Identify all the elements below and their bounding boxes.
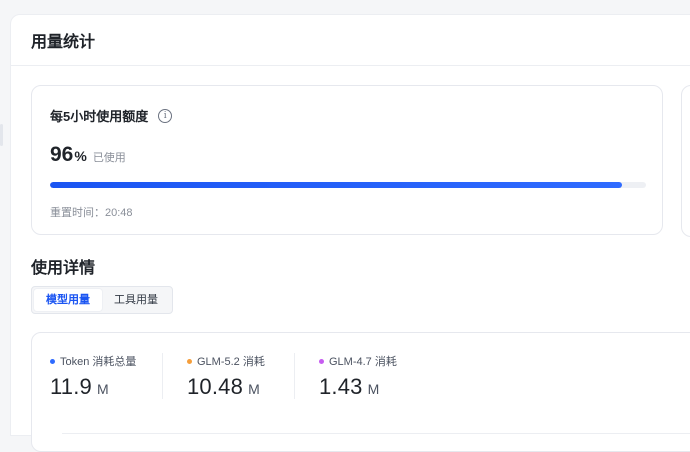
side-panel-handle[interactable] [0,124,3,146]
quota-card: 每5小时使用额度 i 96 % 已使用 重置时间：20:48 [31,85,663,235]
stat-value: 11.9 [50,374,92,399]
stat-token-total: Token 消耗总量 11.9 M [50,353,136,400]
quota-title: 每5小时使用额度 [50,109,149,124]
stat-label: GLM-4.7 消耗 [329,356,397,368]
quota-percent-sign: % [74,148,87,164]
stat-glm-5-2: GLM-5.2 消耗 10.48 M [187,353,265,400]
stats-card: Token 消耗总量 11.9 M GLM-5.2 消耗 10.48 M GLM… [31,332,690,452]
panel-header: 用量统计 [11,15,690,66]
stat-value: 10.48 [187,374,244,399]
quota-percent-value: 96 [50,143,74,166]
reset-time-row: 重置时间：20:48 [50,204,133,220]
stat-divider [162,353,163,399]
series-dot-icon [50,358,55,364]
reset-time-value: 20:48 [105,207,133,219]
series-dot-icon [187,358,192,364]
series-dot-icon [319,358,324,364]
page-title: 用量统计 [31,34,96,51]
stat-unit: M [97,381,109,397]
stat-divider [294,353,295,399]
stat-label: GLM-5.2 消耗 [197,356,265,368]
stats-divider-line [62,433,690,434]
quota-title-row: 每5小时使用额度 i [50,106,173,125]
usage-tabs: 模型用量 工具用量 [31,286,173,314]
quota-percent-note: 已使用 [92,152,126,164]
info-icon[interactable]: i [158,108,173,123]
reset-time-label: 重置时间： [50,207,105,219]
quota-progress-fill [50,182,623,188]
tab-model-usage[interactable]: 模型用量 [34,289,102,311]
tab-tool-usage[interactable]: 工具用量 [102,289,170,311]
stat-unit: M [248,381,260,397]
quota-percent-row: 96 % 已使用 [50,143,126,167]
stat-value: 1.43 [319,374,363,399]
quota-progress-bar [50,182,646,188]
usage-details-title: 使用详情 [31,260,96,277]
stat-label: Token 消耗总量 [60,356,137,368]
stat-glm-4-7: GLM-4.7 消耗 1.43 M [319,353,397,400]
next-card-edge [681,85,690,237]
stat-unit: M [367,381,380,397]
usage-panel: 用量统计 每5小时使用额度 i 96 % 已使用 重置时间：20:48 使用详情… [10,14,690,452]
